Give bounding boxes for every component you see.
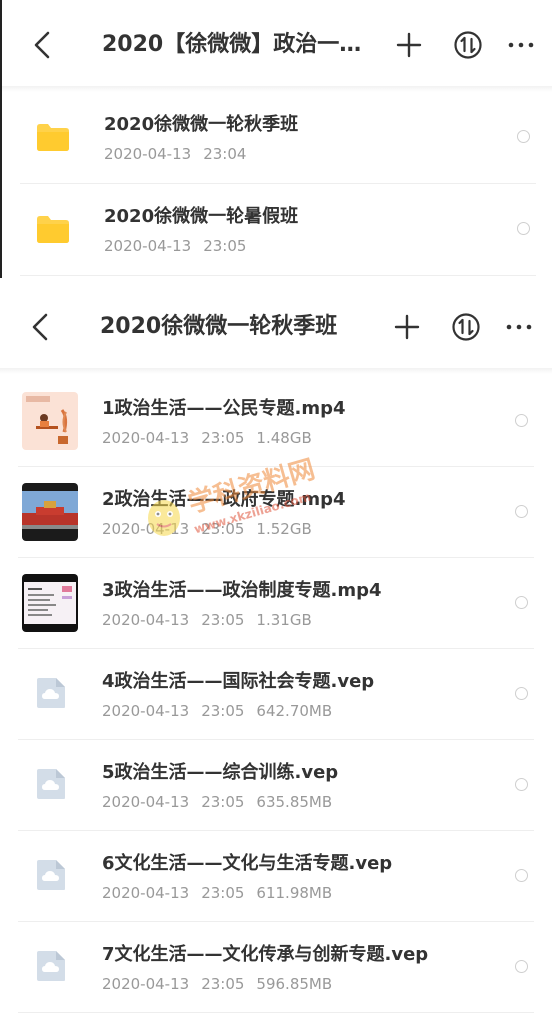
more-options-icon[interactable] [504, 310, 534, 344]
modified-time: 23:05 [201, 884, 245, 902]
folder-screen-parent: 2020【徐微微】政治一轮复习 2020徐微微一轮秋季班 2020-04-13 2… [0, 0, 552, 282]
vep-file-icon [37, 678, 65, 708]
back-arrow-icon[interactable] [26, 309, 56, 345]
select-radio[interactable] [515, 687, 528, 700]
select-radio[interactable] [515, 869, 528, 882]
select-radio[interactable] [515, 505, 528, 518]
page-title: 2020【徐微微】政治一轮复习 [102, 32, 380, 57]
modified-time: 23:05 [201, 520, 245, 538]
folder-icon [37, 124, 69, 151]
row-divider [18, 1012, 534, 1013]
vep-file-icon [37, 769, 65, 799]
modified-time: 23:05 [201, 702, 245, 720]
sort-icon[interactable] [450, 311, 482, 343]
folder-meta: 2020-04-13 23:05 [104, 235, 258, 257]
select-radio[interactable] [515, 414, 528, 427]
video-thumbnail [22, 392, 78, 450]
folder-screen-child: 2020徐微微一轮秋季班 1政治生活——公民专题.mp4 2020-04-13 … [0, 282, 552, 1024]
modified-time: 23:05 [203, 237, 247, 255]
video-thumbnail [22, 574, 78, 632]
folder-name: 2020徐微微一轮暑假班 [104, 206, 299, 227]
video-thumbnail-2-image [22, 483, 78, 541]
file-size: 611.98MB [256, 884, 333, 902]
file-size: 1.31GB [256, 611, 312, 629]
modified-date: 2020-04-13 [102, 793, 190, 811]
select-radio[interactable] [517, 130, 530, 143]
file-row[interactable]: 3政治生活——政治制度专题.mp4 2020-04-13 23:05 1.31GB [0, 558, 552, 649]
modified-date: 2020-04-13 [102, 975, 190, 993]
add-icon[interactable] [392, 310, 422, 344]
file-row[interactable]: 4政治生活——国际社会专题.vep 2020-04-13 23:05 642.70M… [0, 649, 552, 740]
modified-time: 23:05 [201, 611, 245, 629]
file-name: 7文化生活——文化传承与创新专题.vep [102, 944, 429, 965]
select-radio[interactable] [517, 222, 530, 235]
modified-date: 2020-04-13 [104, 145, 192, 163]
folder-list: 2020徐微微一轮秋季班 2020-04-13 23:04 2020徐微微一轮暑假… [2, 92, 552, 276]
header-divider [0, 368, 552, 374]
file-meta: 2020-04-13 23:05 635.85MB [102, 791, 344, 813]
file-size: 1.52GB [256, 520, 312, 538]
file-size: 642.70MB [256, 702, 333, 720]
file-list: 1政治生活——公民专题.mp4 2020-04-13 23:05 1.48GB 2政… [0, 376, 552, 1013]
video-thumbnail [22, 483, 78, 541]
modified-time: 23:04 [203, 145, 247, 163]
page-title: 2020徐微微一轮秋季班 [100, 314, 338, 339]
back-arrow-icon[interactable] [28, 27, 58, 63]
folder-name: 2020徐微微一轮秋季班 [104, 114, 299, 135]
sort-icon[interactable] [452, 29, 484, 61]
file-meta: 2020-04-13 23:05 1.31GB [102, 609, 324, 631]
modified-date: 2020-04-13 [102, 611, 190, 629]
modified-date: 2020-04-13 [102, 884, 190, 902]
folder-row[interactable]: 2020徐微微一轮秋季班 2020-04-13 23:04 [2, 92, 552, 184]
vep-file-icon [37, 951, 65, 981]
folder-meta: 2020-04-13 23:04 [104, 143, 258, 165]
file-size: 635.85MB [256, 793, 333, 811]
file-meta: 2020-04-13 23:05 1.48GB [102, 427, 324, 449]
file-name: 1政治生活——公民专题.mp4 [102, 398, 346, 419]
video-thumbnail-1-image [22, 392, 78, 450]
file-row[interactable]: 5政治生活——综合训练.vep 2020-04-13 23:05 635.85MB [0, 740, 552, 831]
file-name: 2政治生活——政府专题.mp4 [102, 489, 346, 510]
folder-row[interactable]: 2020徐微微一轮暑假班 2020-04-13 23:05 [2, 184, 552, 276]
file-meta: 2020-04-13 23:05 642.70MB [102, 700, 344, 722]
select-radio[interactable] [515, 596, 528, 609]
file-meta: 2020-04-13 23:05 611.98MB [102, 882, 344, 904]
file-meta: 2020-04-13 23:05 596.85MB [102, 973, 344, 995]
modified-time: 23:05 [201, 429, 245, 447]
modified-date: 2020-04-13 [104, 237, 192, 255]
file-size: 1.48GB [256, 429, 312, 447]
top-bar: 2020【徐微微】政治一轮复习 [2, 0, 552, 90]
modified-time: 23:05 [201, 793, 245, 811]
modified-date: 2020-04-13 [102, 702, 190, 720]
file-name: 4政治生活——国际社会专题.vep [102, 671, 375, 692]
video-thumbnail-3-image [22, 574, 78, 632]
modified-time: 23:05 [201, 975, 245, 993]
file-size: 596.85MB [256, 975, 333, 993]
folder-icon [37, 216, 69, 243]
select-radio[interactable] [515, 778, 528, 791]
vep-file-icon [37, 860, 65, 890]
row-divider [20, 275, 536, 276]
select-radio[interactable] [515, 960, 528, 973]
file-row[interactable]: 1政治生活——公民专题.mp4 2020-04-13 23:05 1.48GB [0, 376, 552, 467]
modified-date: 2020-04-13 [102, 520, 190, 538]
file-name: 3政治生活——政治制度专题.mp4 [102, 580, 382, 601]
top-bar: 2020徐微微一轮秋季班 [0, 282, 552, 372]
file-row[interactable]: 6文化生活——文化与生活专题.vep 2020-04-13 23:05 611.98… [0, 831, 552, 922]
file-name: 5政治生活——综合训练.vep [102, 762, 339, 783]
modified-date: 2020-04-13 [102, 429, 190, 447]
file-row[interactable]: 7文化生活——文化传承与创新专题.vep 2020-04-13 23:05 596.… [0, 922, 552, 1013]
file-row[interactable]: 2政治生活——政府专题.mp4 2020-04-13 23:05 1.52GB [0, 467, 552, 558]
file-meta: 2020-04-13 23:05 1.52GB [102, 518, 324, 540]
file-name: 6文化生活——文化与生活专题.vep [102, 853, 393, 874]
add-icon[interactable] [394, 28, 424, 62]
more-options-icon[interactable] [506, 28, 536, 62]
